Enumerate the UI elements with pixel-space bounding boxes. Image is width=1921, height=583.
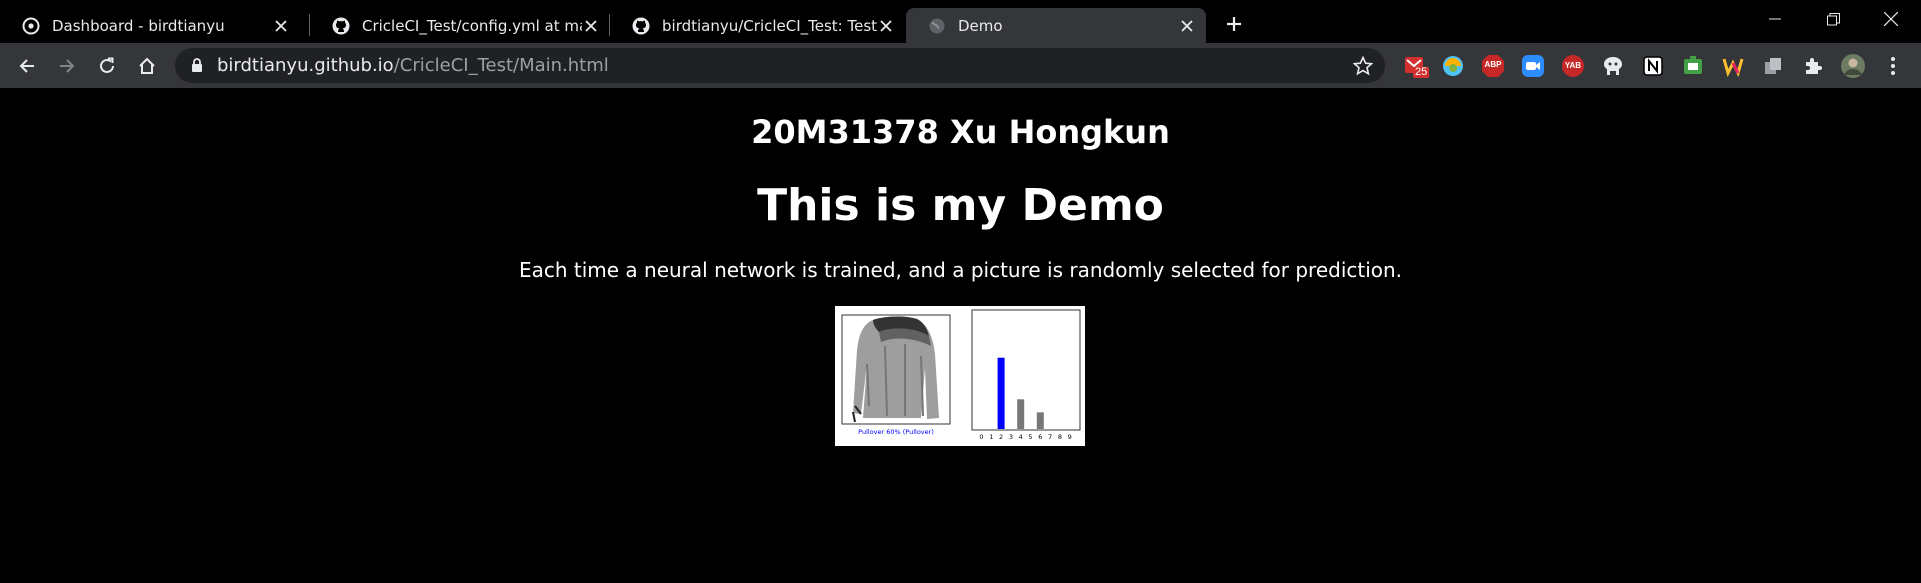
home-button[interactable] xyxy=(130,49,164,83)
bookmark-star-icon[interactable] xyxy=(1353,56,1373,76)
copy-extension-icon[interactable] xyxy=(1760,53,1786,79)
minimize-window-button[interactable] xyxy=(1746,0,1804,38)
profile-avatar[interactable] xyxy=(1840,53,1866,79)
class-tick-label: 1 xyxy=(989,433,993,441)
reload-button[interactable] xyxy=(90,49,124,83)
arrow-left-icon xyxy=(19,59,34,73)
colorful-bird-extension-icon[interactable] xyxy=(1440,53,1466,79)
address-bar[interactable]: birdtianyu.github.io/CricleCI_Test/Main.… xyxy=(175,48,1385,83)
github-icon xyxy=(632,17,650,35)
url-path: /CricleCI_Test/Main.html xyxy=(393,55,609,76)
tab-demo[interactable]: Demo xyxy=(906,8,1206,43)
close-tab-icon[interactable] xyxy=(582,17,600,35)
screenshot-extension-icon[interactable] xyxy=(1680,53,1706,79)
globe-icon xyxy=(928,17,946,35)
restore-icon xyxy=(1826,12,1840,25)
class-tick-label: 3 xyxy=(1009,433,1013,441)
close-tab-icon[interactable] xyxy=(877,17,895,35)
tab-strip: Dashboard - birdtianyu CricleCI_Test/con… xyxy=(0,0,1921,43)
class-tick-label: 0 xyxy=(979,433,983,441)
home-icon xyxy=(139,57,155,74)
zoom-extension-icon[interactable] xyxy=(1520,53,1546,79)
octocat-extension-icon[interactable] xyxy=(1600,53,1626,79)
close-window-button[interactable] xyxy=(1862,0,1920,38)
circleci-icon xyxy=(22,17,40,35)
class-tick-label: 6 xyxy=(1038,433,1042,441)
yab-extension-icon[interactable]: YAB xyxy=(1560,53,1586,79)
arrow-right-icon xyxy=(60,59,75,73)
close-tab-icon[interactable] xyxy=(272,17,290,35)
class-tick-label: 2 xyxy=(999,433,1003,441)
tab-config-yml[interactable]: CricleCI_Test/config.yml at ma xyxy=(310,8,610,43)
forward-button[interactable] xyxy=(50,49,84,83)
tab-repo[interactable]: birdtianyu/CricleCI_Test: Test f xyxy=(610,8,905,43)
tab-title: birdtianyu/CricleCI_Test: Test f xyxy=(662,16,877,35)
extensions-puzzle-icon[interactable] xyxy=(1800,53,1826,79)
restore-window-button[interactable] xyxy=(1804,0,1862,38)
prediction-image: Pullover 60% (Pullover) 0123456789 xyxy=(835,306,1085,446)
probability-chart-frame xyxy=(971,309,1081,431)
url-host: birdtianyu.github.io xyxy=(217,55,394,76)
prediction-caption: Pullover 60% (Pullover) xyxy=(858,428,934,436)
probability-bar-6 xyxy=(1036,412,1044,429)
minimize-icon xyxy=(1769,18,1781,20)
chrome-menu-button[interactable] xyxy=(1880,53,1906,79)
tab-title: Dashboard - birdtianyu xyxy=(52,16,225,35)
new-tab-button[interactable] xyxy=(1220,10,1248,38)
class-tick-label: 7 xyxy=(1048,433,1052,441)
abp-label: ABP xyxy=(1484,60,1502,69)
class-tick-label: 9 xyxy=(1068,433,1072,441)
page-description: Each time a neural network is trained, a… xyxy=(518,258,1403,282)
close-tab-icon[interactable] xyxy=(1178,17,1196,35)
class-tick-label: 5 xyxy=(1028,433,1032,441)
tab-title: Demo xyxy=(958,16,1003,35)
yab-label: YAB xyxy=(1564,61,1582,70)
adblock-plus-extension-icon[interactable]: ABP xyxy=(1480,53,1506,79)
mail-badge: 25 xyxy=(1415,66,1428,78)
class-tick-label: 4 xyxy=(1019,433,1023,441)
mail-extension-icon[interactable]: 25 xyxy=(1403,53,1429,79)
page-content: 20M31378 Xu Hongkun This is my Demo Each… xyxy=(0,88,1921,583)
prediction-figure: Pullover 60% (Pullover) 0123456789 xyxy=(841,309,1081,441)
probability-bar-4 xyxy=(1017,399,1025,429)
kebab-menu-icon xyxy=(1891,57,1895,75)
github-icon xyxy=(332,17,350,35)
class-tick-label: 8 xyxy=(1058,433,1062,441)
back-button[interactable] xyxy=(10,49,44,83)
page-title: This is my Demo xyxy=(757,180,1164,231)
plus-icon xyxy=(1227,17,1241,31)
url-text[interactable]: birdtianyu.github.io/CricleCI_Test/Main.… xyxy=(217,55,609,76)
browser-toolbar: birdtianyu.github.io/CricleCI_Test/Main.… xyxy=(0,43,1921,88)
lock-icon[interactable] xyxy=(189,57,205,73)
close-icon xyxy=(1884,12,1898,26)
reload-icon xyxy=(100,57,114,73)
author-heading: 20M31378 Xu Hongkun xyxy=(751,113,1170,151)
tab-dashboard[interactable]: Dashboard - birdtianyu xyxy=(0,8,300,43)
notion-extension-icon[interactable] xyxy=(1640,53,1666,79)
tab-title: CricleCI_Test/config.yml at ma xyxy=(362,16,582,35)
probability-bar-2 xyxy=(997,357,1005,429)
w-extension-icon[interactable] xyxy=(1720,53,1746,79)
